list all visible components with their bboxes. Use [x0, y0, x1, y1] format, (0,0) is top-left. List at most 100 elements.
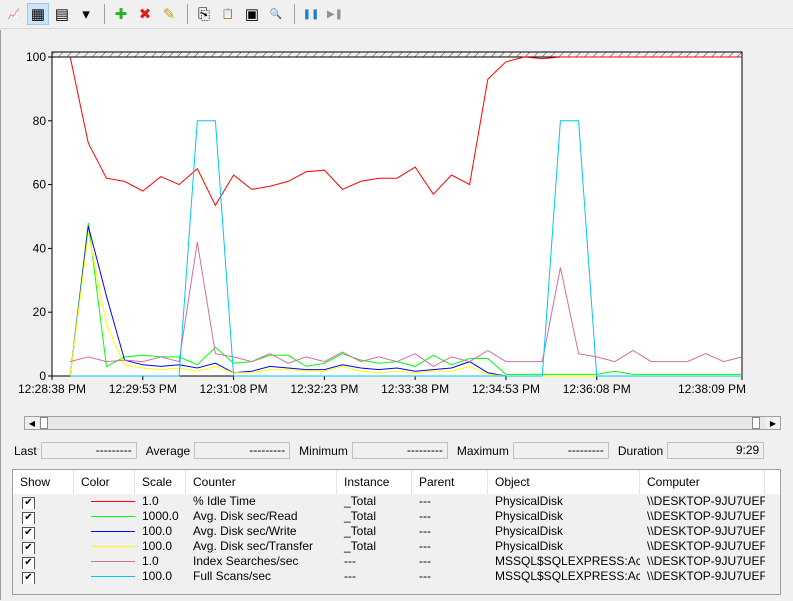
instance-cell: _Total	[344, 539, 377, 553]
object-cell: PhysicalDisk	[495, 539, 564, 553]
toolbar-separator	[104, 4, 105, 24]
y-tick-label: 80	[33, 114, 47, 128]
y-tick-label: 60	[33, 178, 47, 192]
view-report-icon[interactable]: ▤	[51, 3, 73, 25]
parent-cell: ---	[419, 554, 431, 568]
parent-cell: ---	[419, 539, 431, 553]
add-counter-icon[interactable]: ✚	[110, 3, 132, 25]
paste-counter-list-icon[interactable]: 📋	[217, 3, 239, 25]
x-tick-label: 12:29:53 PM	[109, 382, 177, 396]
instance-cell: _Total	[344, 509, 377, 523]
table-row[interactable]: ✔ 100.0 Full Scans/sec --- --- MSSQL$SQLEXPRE…	[13, 569, 780, 584]
counter-cell: % Idle Time	[193, 494, 256, 508]
scale-cell: 1000.0	[142, 509, 179, 523]
highlight-icon[interactable]: ✎	[158, 3, 180, 25]
color-swatch	[91, 501, 135, 503]
show-checkbox[interactable]: ✔	[22, 527, 35, 539]
duration-label: Duration	[617, 443, 664, 458]
color-cell	[74, 524, 135, 539]
average-value: ---------	[194, 442, 291, 459]
time-scrollbar[interactable]: ◀ ▶	[24, 416, 781, 430]
scroll-left-button[interactable]: ◀	[25, 417, 39, 429]
table-row[interactable]: ✔ 1.0 % Idle Time _Total --- PhysicalDisk \\DE…	[13, 494, 780, 509]
scroll-right-button[interactable]: ▶	[766, 417, 780, 429]
object-cell: MSSQL$SQLEXPRESS:Acc...	[495, 554, 640, 568]
column-scale[interactable]: Scale	[135, 470, 186, 494]
column-color[interactable]: Color	[74, 470, 135, 494]
show-cell: ✔	[13, 539, 74, 554]
show-cell: ✔	[13, 509, 74, 524]
table-row[interactable]: ✔ 1.0 Index Searches/sec --- --- MSSQL$SQLEXP…	[13, 554, 780, 569]
copy-properties-icon[interactable]: ⎘	[193, 3, 215, 25]
duration-value: 9:29	[667, 442, 765, 459]
update-data-icon[interactable]: ▶❚	[324, 3, 346, 25]
x-tick-label: 12:31:08 PM	[200, 382, 268, 396]
y-tick-label: 20	[33, 305, 47, 319]
delete-counter-icon[interactable]: ✖	[134, 3, 156, 25]
color-swatch	[91, 546, 135, 548]
y-tick-label: 40	[33, 241, 47, 255]
show-checkbox[interactable]: ✔	[22, 557, 35, 569]
show-checkbox[interactable]: ✔	[22, 497, 35, 509]
parent-cell: ---	[419, 494, 431, 508]
last-label: Last	[14, 443, 37, 458]
computer-cell: \\DESKTOP-9JU7UEF	[647, 509, 765, 523]
show-checkbox[interactable]: ✔	[22, 572, 35, 584]
zoom-icon[interactable]: 🔍	[265, 3, 287, 25]
change-graph-type-dropdown-icon[interactable]: ▾	[75, 3, 97, 25]
x-tick-label: 12:32:23 PM	[290, 382, 358, 396]
object-cell: PhysicalDisk	[495, 524, 564, 538]
computer-cell: \\DESKTOP-9JU7UEF	[647, 554, 765, 568]
last-value: ---------	[40, 442, 137, 459]
color-cell	[74, 569, 135, 584]
column-parent[interactable]: Parent	[412, 470, 488, 494]
y-tick-label: 0	[39, 369, 46, 383]
scroll-start-handle[interactable]	[40, 417, 48, 429]
toolbar-separator	[187, 4, 188, 24]
object-cell: MSSQL$SQLEXPRESS:Acc...	[495, 569, 640, 583]
table-row[interactable]: ✔ 100.0 Avg. Disk sec/Transfer _Total --- Phy…	[13, 539, 780, 554]
plot-area[interactable]	[51, 56, 743, 377]
color-swatch	[91, 531, 135, 533]
counter-cell: Avg. Disk sec/Transfer	[193, 539, 314, 553]
color-cell	[74, 509, 135, 524]
freeze-display-icon[interactable]: ❚❚	[300, 3, 322, 25]
color-swatch	[91, 576, 135, 578]
toolbar: 📈 ▦ ▤ ▾ ✚ ✖ ✎ ⎘ 📋 ▣ 🔍 ❚❚ ▶❚	[0, 0, 793, 29]
scale-cell: 1.0	[142, 494, 159, 508]
x-tick-label: 12:34:53 PM	[472, 382, 540, 396]
scale-cell: 1.0	[142, 554, 159, 568]
x-tick-label: 12:36:08 PM	[563, 382, 631, 396]
average-label: Average	[145, 443, 191, 458]
time-marker-band	[51, 51, 743, 58]
column-counter[interactable]: Counter	[186, 470, 337, 494]
instance-cell: ---	[344, 554, 356, 568]
column-computer[interactable]: Computer	[640, 470, 765, 494]
counter-cell: Index Searches/sec	[193, 554, 299, 568]
y-tick-label: 100	[26, 50, 46, 64]
show-checkbox[interactable]: ✔	[22, 512, 35, 524]
table-row[interactable]: ✔ 1000.0 Avg. Disk sec/Read _Total --- Physic…	[13, 509, 780, 524]
maximum-label: Maximum	[456, 443, 509, 458]
view-histogram-icon[interactable]: ▦	[27, 3, 49, 25]
instance-cell: _Total	[344, 524, 377, 538]
view-graph-icon[interactable]: 📈	[3, 3, 25, 25]
column-instance[interactable]: Instance	[337, 470, 412, 494]
minimum-label: Minimum	[299, 443, 348, 458]
scroll-end-handle[interactable]	[752, 417, 760, 429]
toolbar-separator	[294, 4, 295, 24]
show-cell: ✔	[13, 569, 74, 584]
counter-legend-table: Show Color Scale Counter Instance Parent…	[12, 469, 781, 595]
column-object[interactable]: Object	[488, 470, 640, 494]
color-cell	[74, 539, 135, 554]
counter-cell: Avg. Disk sec/Read	[193, 509, 298, 523]
column-show[interactable]: Show	[13, 470, 74, 494]
scale-cell: 100.0	[142, 524, 173, 538]
show-checkbox[interactable]: ✔	[22, 542, 35, 554]
computer-cell: \\DESKTOP-9JU7UEF	[647, 494, 765, 508]
statistics-bar: Last --------- Average --------- Minimum…	[14, 442, 765, 459]
x-tick-label: 12:28:38 PM	[18, 382, 86, 396]
table-row[interactable]: ✔ 100.0 Avg. Disk sec/Write _Total --- Physic…	[13, 524, 780, 539]
properties-icon[interactable]: ▣	[241, 3, 263, 25]
show-cell: ✔	[13, 554, 74, 569]
